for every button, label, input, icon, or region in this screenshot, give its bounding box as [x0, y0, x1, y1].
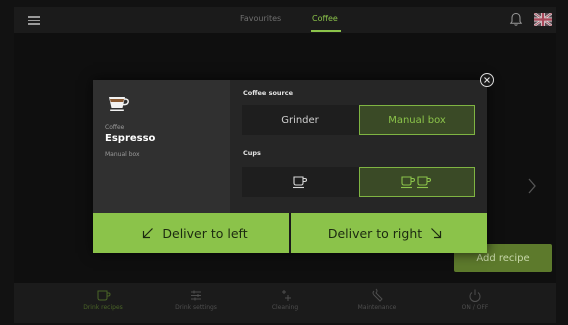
nav-on-off[interactable]: ON / OFF	[430, 287, 520, 311]
top-bar: Favourites Coffee	[14, 7, 556, 33]
nav-on-off-label: ON / OFF	[461, 304, 489, 311]
single-cup-icon	[293, 176, 308, 189]
tab-coffee[interactable]: Coffee	[312, 14, 338, 23]
close-icon	[484, 77, 490, 83]
nav-drink-recipes[interactable]: Drink recipes	[58, 287, 148, 311]
active-tab-indicator	[311, 30, 341, 32]
deliver-left-label: Deliver to left	[162, 225, 248, 241]
coffee-source-selector: Grinder Manual box	[242, 105, 475, 135]
hamburger-menu-icon[interactable]	[28, 16, 40, 25]
nav-cleaning[interactable]: Cleaning	[240, 287, 330, 311]
arrow-down-right-icon	[431, 228, 442, 239]
deliver-left-button[interactable]: Deliver to left	[93, 213, 289, 253]
close-button[interactable]	[480, 73, 494, 87]
uk-flag-icon[interactable]	[534, 13, 552, 26]
coffee-machine-screen: Favourites Coffee Add recipe Drink recip…	[0, 0, 568, 325]
double-cup-icon	[401, 176, 432, 189]
nav-drink-settings-label: Drink settings	[175, 304, 217, 311]
grinder-option[interactable]: Grinder	[242, 105, 358, 135]
nav-cleaning-label: Cleaning	[271, 304, 299, 311]
deliver-right-button[interactable]: Deliver to right	[291, 213, 487, 253]
cups-selector	[242, 167, 475, 197]
bell-icon[interactable]	[509, 12, 523, 27]
deliver-dialog: Coffee Espresso Manual box Coffee source…	[93, 73, 494, 253]
wrench-icon	[372, 288, 383, 302]
chevron-right-icon[interactable]	[526, 177, 538, 195]
sparkle-icon	[282, 290, 291, 301]
arrow-down-left-icon	[143, 228, 154, 239]
drink-info-panel: Coffee Espresso Manual box	[93, 80, 230, 213]
coffee-source-title: Coffee source	[243, 89, 294, 97]
espresso-cup-icon	[109, 97, 129, 111]
drink-source: Manual box	[105, 151, 140, 158]
sliders-icon	[191, 290, 201, 301]
nav-maintenance-label: Maintenance	[357, 304, 397, 311]
drink-category: Coffee	[105, 124, 125, 131]
nav-drink-settings[interactable]: Drink settings	[151, 287, 241, 311]
cup-icon	[97, 290, 111, 301]
power-icon	[469, 289, 481, 302]
single-cup-option[interactable]	[242, 167, 358, 197]
bottom-navigation: Drink recipes Drink settings Cleaning Ma…	[14, 283, 556, 323]
nav-maintenance[interactable]: Maintenance	[332, 287, 422, 311]
drink-name: Espresso	[105, 133, 156, 144]
deliver-right-label: Deliver to right	[327, 225, 423, 241]
double-cup-option[interactable]	[359, 167, 475, 197]
manual-box-option[interactable]: Manual box	[359, 105, 475, 135]
tab-favourites[interactable]: Favourites	[240, 14, 281, 23]
cups-title: Cups	[243, 149, 261, 157]
nav-drink-recipes-label: Drink recipes	[83, 304, 123, 311]
